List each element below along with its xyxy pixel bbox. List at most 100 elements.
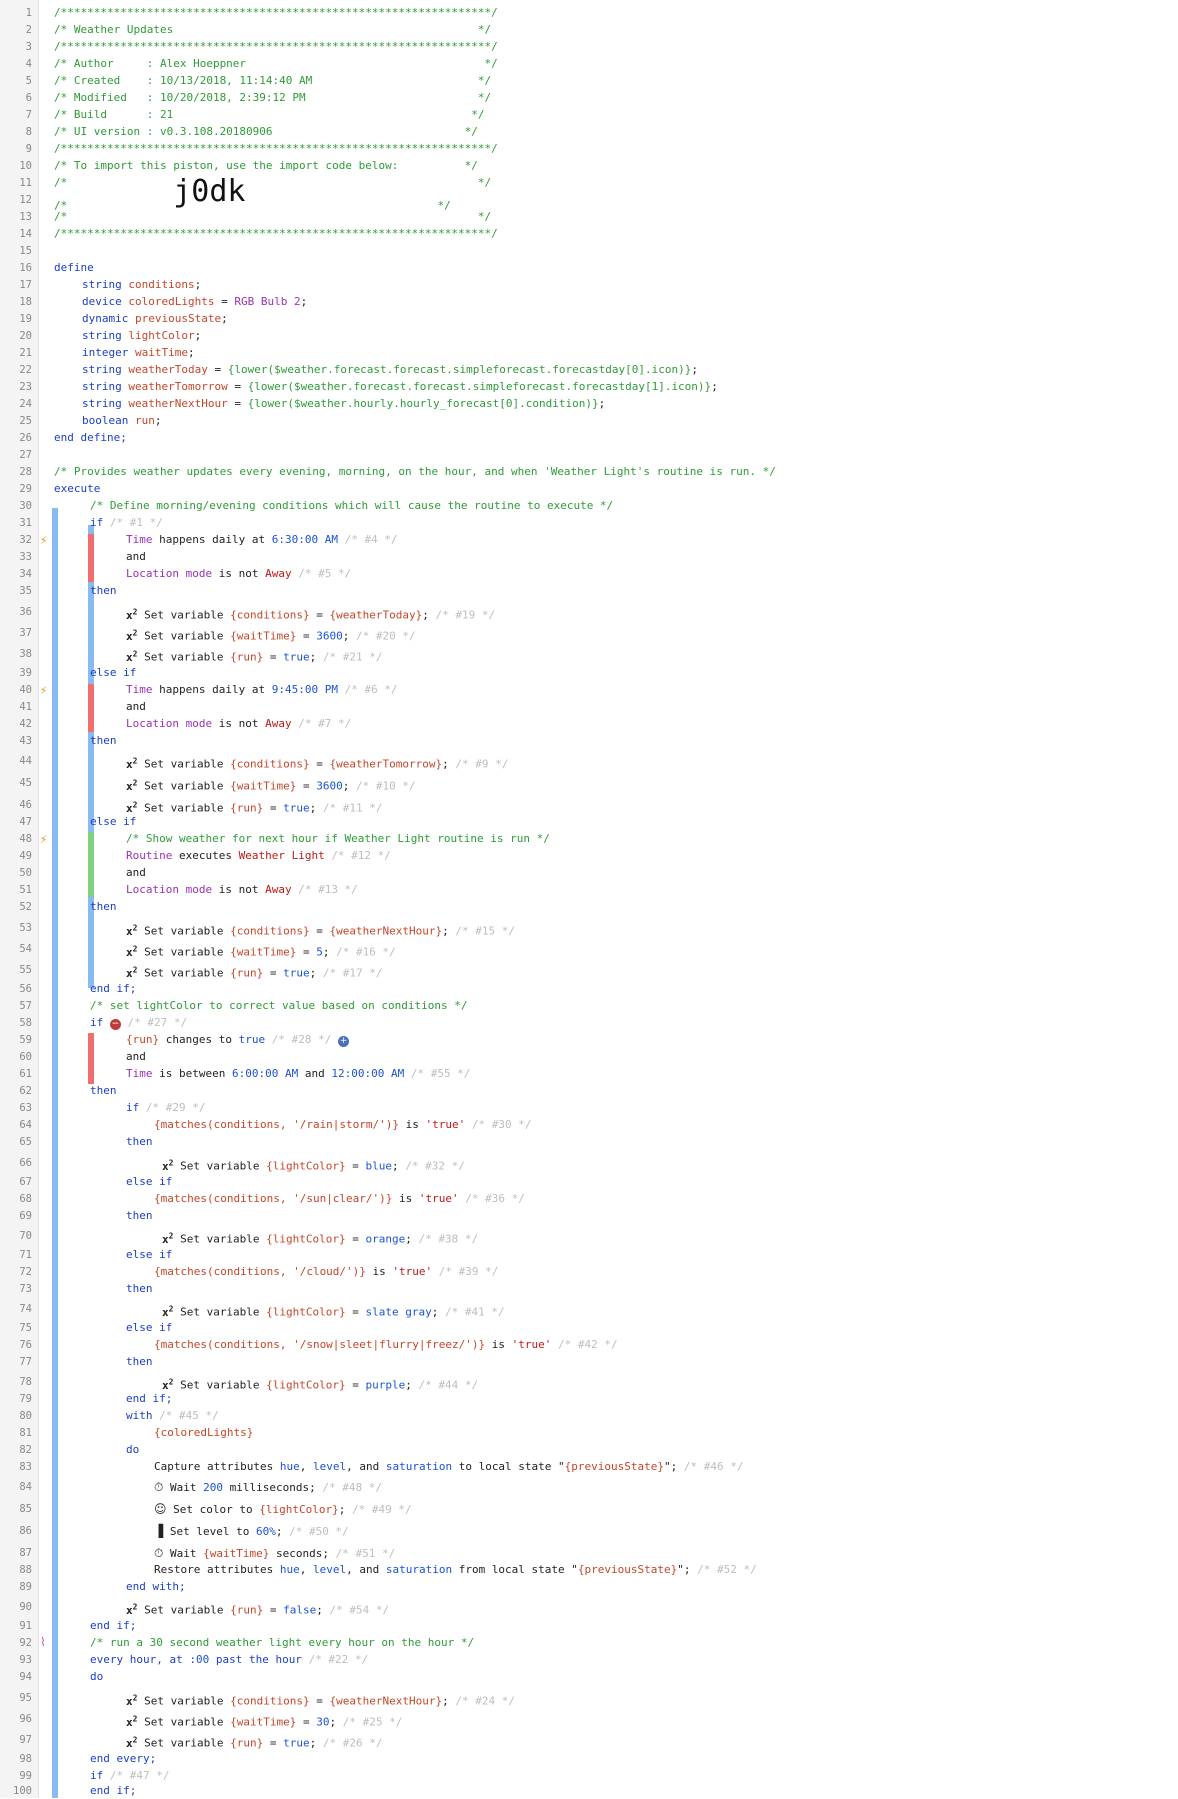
execute-block-bar bbox=[52, 508, 58, 1798]
set-variable-conditions[interactable]: x2 Set variable {conditions} = {weatherN… bbox=[126, 920, 515, 938]
plus-circle-icon[interactable]: + bbox=[337, 1036, 349, 1047]
line-number: 58 bbox=[19, 1017, 32, 1029]
do-keyword[interactable]: do bbox=[126, 1442, 139, 1458]
condition-location-mode[interactable]: Location mode is not Away /* #5 */ bbox=[126, 566, 351, 582]
set-variable-conditions[interactable]: x2 Set variable {conditions} = {weatherT… bbox=[126, 604, 495, 622]
timer-icon: ⌇ bbox=[40, 1635, 46, 1649]
line-number: 71 bbox=[19, 1249, 32, 1261]
set-variable-waittime[interactable]: x2 Set variable {waitTime} = 5; /* #16 *… bbox=[126, 941, 396, 959]
with-statement[interactable]: with /* #45 */ bbox=[126, 1408, 219, 1424]
then-keyword[interactable]: then bbox=[126, 1354, 153, 1370]
do-keyword[interactable]: do bbox=[90, 1669, 103, 1685]
variable-icon: x2 bbox=[126, 923, 138, 938]
condition-time-945[interactable]: Time happens daily at 9:45:00 PM /* #6 *… bbox=[126, 682, 398, 698]
line-number: 3 bbox=[25, 41, 32, 53]
condition-matches-cloud[interactable]: {matches(conditions, '/cloud/')} is 'tru… bbox=[154, 1264, 498, 1280]
condition-routine[interactable]: Routine executes Weather Light /* #12 */ bbox=[126, 848, 391, 864]
set-variable-conditions[interactable]: x2 Set variable {conditions} = {weatherN… bbox=[126, 1690, 515, 1708]
end-define-keyword[interactable]: end define; bbox=[54, 430, 127, 446]
line-number: 76 bbox=[19, 1339, 32, 1351]
end-every-keyword[interactable]: end every; bbox=[90, 1751, 156, 1767]
set-variable-lightcolor[interactable]: x2 Set variable {lightColor} = purple; /… bbox=[162, 1374, 478, 1392]
set-variable-run[interactable]: x2 Set variable {run} = true; /* #26 */ bbox=[126, 1732, 383, 1750]
then-keyword[interactable]: then bbox=[90, 583, 117, 599]
set-variable-run[interactable]: x2 Set variable {run} = false; /* #54 */ bbox=[126, 1599, 389, 1617]
variable-icon: x2 bbox=[126, 778, 138, 793]
var-decl-lightColor[interactable]: string lightColor; bbox=[82, 328, 201, 344]
line-number: 55 bbox=[19, 964, 32, 976]
palette-icon: ☺ bbox=[154, 1502, 167, 1516]
set-variable-run[interactable]: x2 Set variable {run} = true; /* #21 */ bbox=[126, 646, 383, 664]
set-variable-run[interactable]: x2 Set variable {run} = true; /* #17 */ bbox=[126, 962, 383, 980]
set-color[interactable]: ☺ Set color to {lightColor}; /* #49 */ bbox=[154, 1501, 412, 1517]
restore-attributes[interactable]: Restore attributes hue, level, and satur… bbox=[154, 1562, 757, 1578]
else-if-keyword[interactable]: else if bbox=[126, 1247, 172, 1263]
end-if-keyword[interactable]: end if; bbox=[90, 1783, 136, 1799]
var-decl-weatherTomorrow[interactable]: string weatherTomorrow = {lower($weather… bbox=[82, 379, 718, 395]
set-variable-waittime[interactable]: x2 Set variable {waitTime} = 30; /* #25 … bbox=[126, 1711, 402, 1729]
set-level[interactable]: ▐ Set level to 60%; /* #50 */ bbox=[154, 1523, 349, 1539]
condition-matches-snow[interactable]: {matches(conditions, '/snow|sleet|flurry… bbox=[154, 1337, 618, 1353]
import-code[interactable]: j0dk bbox=[173, 174, 245, 209]
var-decl-conditions[interactable]: string conditions; bbox=[82, 277, 201, 293]
condition-run-changes[interactable]: {run} changes to true /* #28 */ + bbox=[126, 1032, 349, 1048]
var-decl-coloredLights[interactable]: device coloredLights = RGB Bulb 2; bbox=[82, 294, 307, 310]
set-variable-waittime[interactable]: x2 Set variable {waitTime} = 3600; /* #1… bbox=[126, 775, 416, 793]
condition-time-630[interactable]: Time happens daily at 6:30:00 AM /* #4 *… bbox=[126, 532, 398, 548]
then-keyword[interactable]: then bbox=[126, 1281, 153, 1297]
header-ui-version: /* UI version : v0.3.108.20180906 */ bbox=[54, 125, 478, 138]
execute-keyword[interactable]: execute bbox=[54, 481, 100, 497]
end-if-keyword[interactable]: end if; bbox=[90, 1618, 136, 1634]
line-number: 98 bbox=[19, 1753, 32, 1765]
set-variable-lightcolor[interactable]: x2 Set variable {lightColor} = slate gra… bbox=[162, 1301, 505, 1319]
line-number: 68 bbox=[19, 1193, 32, 1205]
var-decl-waitTime[interactable]: integer waitTime; bbox=[82, 345, 195, 361]
wait-200-ms[interactable]: ⏱ Wait 200 milliseconds; /* #48 */ bbox=[154, 1479, 382, 1495]
set-variable-lightcolor[interactable]: x2 Set variable {lightColor} = orange; /… bbox=[162, 1228, 478, 1246]
end-if-keyword[interactable]: end if; bbox=[90, 981, 136, 997]
define-keyword[interactable]: define bbox=[54, 260, 94, 276]
set-variable-run[interactable]: x2 Set variable {run} = true; /* #11 */ bbox=[126, 797, 383, 815]
then-keyword[interactable]: then bbox=[90, 733, 117, 749]
condition-matches-rain[interactable]: {matches(conditions, '/rain|storm/')} is… bbox=[154, 1117, 532, 1133]
end-with-keyword[interactable]: end with; bbox=[126, 1579, 186, 1595]
then-keyword[interactable]: then bbox=[90, 1083, 117, 1099]
device-coloredlights[interactable]: {coloredLights} bbox=[154, 1425, 253, 1441]
var-decl-weatherNextHour[interactable]: string weatherNextHour = {lower($weather… bbox=[82, 396, 605, 412]
if-statement[interactable]: if − /* #27 */ bbox=[90, 1015, 187, 1031]
line-number: 63 bbox=[19, 1102, 32, 1114]
if-statement[interactable]: if /* #29 */ bbox=[126, 1100, 205, 1116]
condition-time-between[interactable]: Time is between 6:00:00 AM and 12:00:00 … bbox=[126, 1066, 470, 1082]
and-operator[interactable]: and bbox=[126, 549, 146, 565]
and-operator[interactable]: and bbox=[126, 1049, 146, 1065]
variable-icon: x2 bbox=[126, 649, 138, 664]
var-decl-run[interactable]: boolean run; bbox=[82, 413, 161, 429]
set-variable-conditions[interactable]: x2 Set variable {conditions} = {weatherT… bbox=[126, 753, 508, 771]
if-statement[interactable]: if /* #47 */ bbox=[90, 1768, 169, 1784]
else-if-keyword[interactable]: else if bbox=[90, 665, 136, 681]
then-keyword[interactable]: then bbox=[90, 899, 117, 915]
set-variable-lightcolor[interactable]: x2 Set variable {lightColor} = blue; /* … bbox=[162, 1155, 465, 1173]
line-number: 48 bbox=[19, 833, 32, 845]
var-decl-weatherToday[interactable]: string weatherToday = {lower($weather.fo… bbox=[82, 362, 698, 378]
set-variable-waittime[interactable]: x2 Set variable {waitTime} = 3600; /* #2… bbox=[126, 625, 416, 643]
capture-attributes[interactable]: Capture attributes hue, level, and satur… bbox=[154, 1459, 744, 1475]
else-if-keyword[interactable]: else if bbox=[90, 814, 136, 830]
var-decl-previousState[interactable]: dynamic previousState; bbox=[82, 311, 228, 327]
line-number: 97 bbox=[19, 1734, 32, 1746]
every-hour-timer[interactable]: every hour, at :00 past the hour /* #22 … bbox=[90, 1652, 368, 1668]
line-number: 65 bbox=[19, 1136, 32, 1148]
and-operator[interactable]: and bbox=[126, 865, 146, 881]
then-keyword[interactable]: then bbox=[126, 1134, 153, 1150]
condition-matches-sun[interactable]: {matches(conditions, '/sun|clear/')} is … bbox=[154, 1191, 525, 1207]
elseif1-condition-bar bbox=[88, 684, 94, 732]
then-keyword[interactable]: then bbox=[126, 1208, 153, 1224]
wait-waittime[interactable]: ⏱ Wait {waitTime} seconds; /* #51 */ bbox=[154, 1545, 395, 1561]
else-if-keyword[interactable]: else if bbox=[126, 1174, 172, 1190]
condition-location-mode[interactable]: Location mode is not Away /* #13 */ bbox=[126, 882, 358, 898]
and-operator[interactable]: and bbox=[126, 699, 146, 715]
condition-location-mode[interactable]: Location mode is not Away /* #7 */ bbox=[126, 716, 351, 732]
if-statement[interactable]: if /* #1 */ bbox=[90, 515, 163, 531]
else-if-keyword[interactable]: else if bbox=[126, 1320, 172, 1336]
end-if-keyword[interactable]: end if; bbox=[126, 1391, 172, 1407]
